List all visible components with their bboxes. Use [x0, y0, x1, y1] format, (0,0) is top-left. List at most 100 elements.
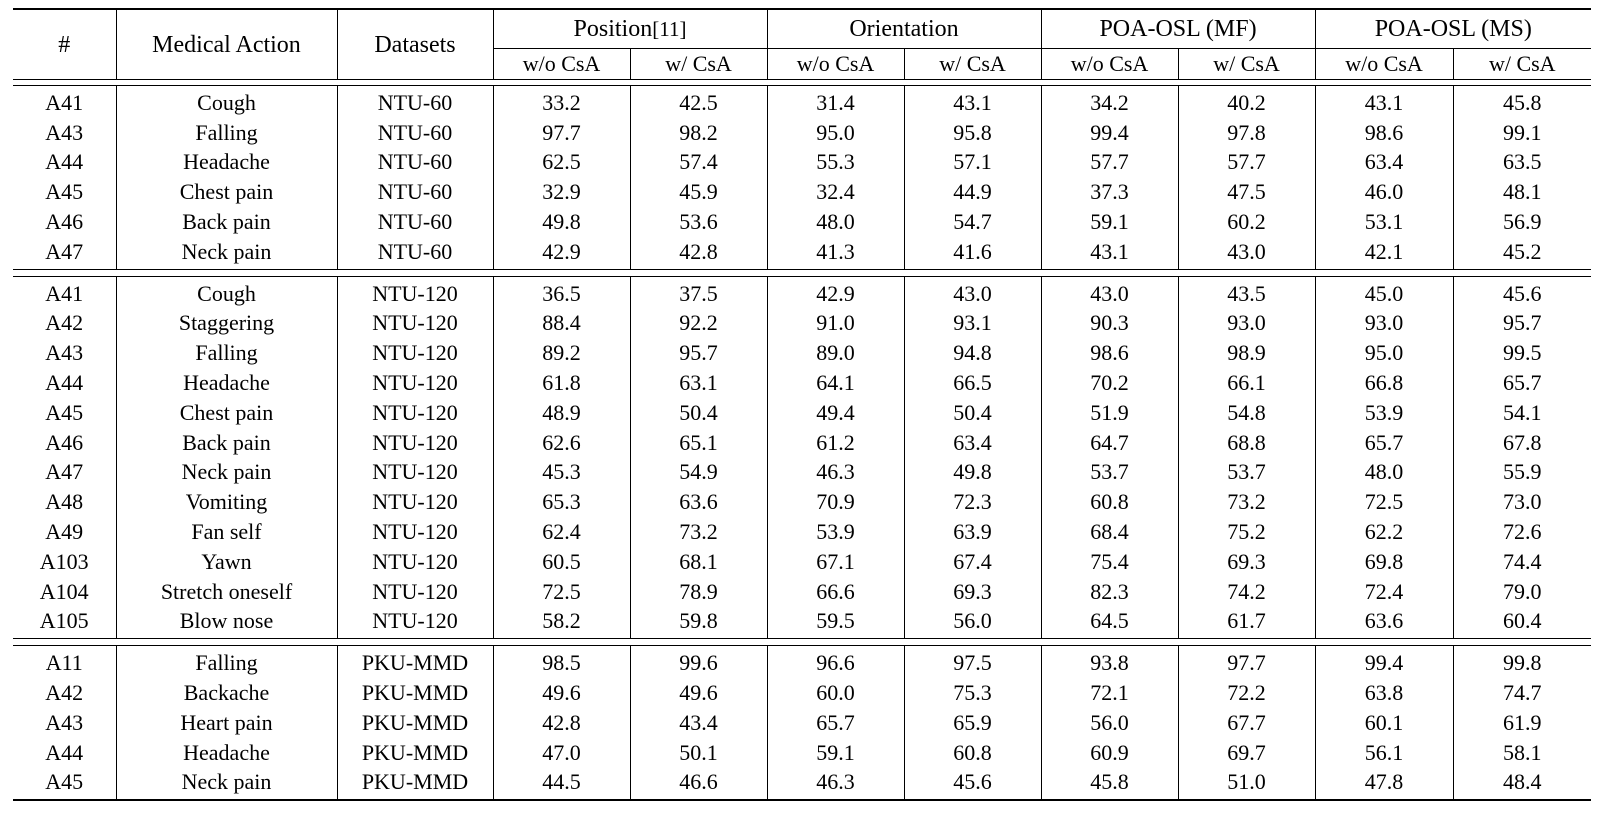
cell-poa-osl-ms-with-csa: 48.4 [1452, 767, 1591, 800]
table-row: A46 Back pain NTU-60 49.8 53.6 48.0 54.7 59.1 60… [13, 207, 1591, 237]
table-row: A44 Headache NTU-120 61.8 63.1 64.1 66.5 70.2 66… [13, 368, 1591, 398]
cell-poa-osl-ms-with-csa: 58.1 [1452, 737, 1591, 768]
cell-poa-osl-mf-with-csa: 69.7 [1177, 737, 1315, 768]
cell-poa-osl-mf-without-csa: 68.4 [1040, 517, 1178, 547]
cell-poa-osl-mf-with-csa: 66.1 [1177, 368, 1315, 398]
cell-dataset: NTU-120 [336, 457, 493, 488]
cell-poa-osl-mf-with-csa: 43.0 [1177, 236, 1315, 270]
cell-poa-osl-mf-with-csa: 57.7 [1177, 147, 1315, 178]
cell-orientation-with-csa: 60.8 [903, 737, 1041, 768]
cell-orientation-with-csa: 43.1 [903, 85, 1041, 118]
cell-orientation-without-csa: 61.2 [766, 427, 904, 458]
cell-position-with-csa: 99.6 [629, 645, 767, 679]
cell-poa-osl-ms-with-csa: 45.2 [1452, 236, 1591, 270]
cell-poa-osl-ms-with-csa: 99.8 [1452, 645, 1591, 679]
cell-poa-osl-ms-without-csa: 99.4 [1314, 645, 1453, 679]
cell-poa-osl-mf-without-csa: 60.9 [1040, 737, 1178, 768]
cell-poa-osl-mf-with-csa: 74.2 [1177, 576, 1315, 607]
bottom-rule [13, 798, 1591, 802]
table-row: A47 Neck pain NTU-120 45.3 54.9 46.3 49.8 53.7 5… [13, 457, 1591, 488]
header-orientation-with-csa: w/ CsA [903, 48, 1041, 80]
cell-dataset: NTU-60 [336, 177, 493, 208]
cell-poa-osl-ms-without-csa: 63.8 [1314, 678, 1453, 708]
table-footer [13, 798, 1591, 802]
header-group-position-label: Position [573, 16, 653, 42]
cell-poa-osl-ms-with-csa: 56.9 [1452, 207, 1591, 237]
cell-action-id: A44 [45, 739, 84, 765]
cell-medical-action: Back pain [115, 427, 337, 458]
cell-poa-osl-ms-without-csa: 43.1 [1314, 85, 1453, 118]
cell-poa-osl-mf-without-csa: 60.8 [1040, 487, 1178, 518]
cell-orientation-without-csa: 60.0 [766, 678, 904, 708]
cell-orientation-without-csa: 46.3 [766, 767, 904, 800]
cell-poa-osl-ms-without-csa: 69.8 [1314, 546, 1453, 577]
cell-poa-osl-mf-without-csa: 57.7 [1040, 147, 1178, 178]
cell-position-with-csa: 53.6 [629, 207, 767, 237]
cell-action-id: A104 [39, 578, 89, 604]
cell-orientation-without-csa: 64.1 [766, 368, 904, 398]
cell-orientation-without-csa: 31.4 [766, 85, 904, 118]
cell-position-without-csa: 48.9 [492, 397, 630, 428]
block-separator-rule [13, 638, 1591, 647]
cell-orientation-with-csa: 44.9 [903, 177, 1041, 208]
cell-position-with-csa: 50.1 [629, 737, 767, 768]
cell-position-with-csa: 98.2 [629, 117, 767, 148]
block-separator [13, 638, 1591, 647]
cell-action-id: A44 [45, 370, 84, 396]
cell-dataset: NTU-120 [336, 606, 493, 639]
cell-orientation-with-csa: 54.7 [903, 207, 1041, 237]
cell-medical-action: Vomiting [115, 487, 337, 518]
cell-poa-osl-ms-without-csa: 98.6 [1314, 117, 1453, 148]
header-group-position: Position[11] [492, 10, 767, 49]
cell-poa-osl-mf-without-csa: 64.5 [1040, 606, 1178, 639]
cell-action-id: A41 [45, 89, 84, 115]
cell-orientation-without-csa: 91.0 [766, 308, 904, 339]
cell-orientation-with-csa: 66.5 [903, 368, 1041, 398]
cell-poa-osl-ms-without-csa: 62.2 [1314, 517, 1453, 547]
cell-dataset: NTU-120 [336, 487, 493, 518]
cell-poa-osl-ms-without-csa: 48.0 [1314, 457, 1453, 488]
cell-action-id: A41 [45, 280, 84, 306]
header-group-row: # Medical Action Datasets Position[11] O… [13, 10, 1591, 80]
cell-position-with-csa: 45.9 [629, 177, 767, 208]
cell-poa-osl-mf-without-csa: 75.4 [1040, 546, 1178, 577]
cell-poa-osl-ms-without-csa: 45.0 [1314, 276, 1453, 309]
table-row: A42 Backache PKU-MMD 49.6 49.6 60.0 75.3 72.1 72… [13, 678, 1591, 708]
table-row: A48 Vomiting NTU-120 65.3 63.6 70.9 72.3 60.8 73… [13, 487, 1591, 518]
table-row: A103 Yawn NTU-120 60.5 68.1 67.1 67.4 75.4 69.3 6… [13, 546, 1591, 577]
cell-poa-osl-ms-with-csa: 99.1 [1452, 117, 1591, 148]
cell-dataset: PKU-MMD [336, 645, 493, 679]
cell-action-id: A44 [45, 149, 84, 175]
cell-position-with-csa: 42.8 [629, 236, 767, 270]
cell-action-id: A45 [45, 399, 84, 425]
cell-poa-osl-mf-with-csa: 73.2 [1177, 487, 1315, 518]
cell-medical-action: Falling [115, 338, 337, 369]
cell-dataset: PKU-MMD [336, 678, 493, 708]
cell-position-without-csa: 61.8 [492, 368, 630, 398]
cell-orientation-with-csa: 69.3 [903, 576, 1041, 607]
cell-poa-osl-mf-with-csa: 53.7 [1177, 457, 1315, 488]
cell-orientation-with-csa: 50.4 [903, 397, 1041, 428]
cell-position-without-csa: 65.3 [492, 487, 630, 518]
cell-poa-osl-mf-with-csa: 67.7 [1177, 707, 1315, 738]
cell-poa-osl-ms-without-csa: 46.0 [1314, 177, 1453, 208]
table-row: A45 Neck pain PKU-MMD 44.5 46.6 46.3 45.6 45.8 5… [13, 767, 1591, 800]
cell-orientation-without-csa: 96.6 [766, 645, 904, 679]
cell-orientation-without-csa: 41.3 [766, 236, 904, 270]
cell-poa-osl-ms-without-csa: 66.8 [1314, 368, 1453, 398]
cell-poa-osl-mf-without-csa: 53.7 [1040, 457, 1178, 488]
cell-dataset: NTU-60 [336, 85, 493, 118]
cell-dataset: NTU-120 [336, 427, 493, 458]
cell-poa-osl-ms-without-csa: 60.1 [1314, 707, 1453, 738]
cell-poa-osl-mf-with-csa: 61.7 [1177, 606, 1315, 639]
cell-poa-osl-ms-without-csa: 95.0 [1314, 338, 1453, 369]
cell-orientation-without-csa: 49.4 [766, 397, 904, 428]
cell-position-without-csa: 60.5 [492, 546, 630, 577]
cell-orientation-with-csa: 63.9 [903, 517, 1041, 547]
cell-orientation-without-csa: 66.6 [766, 576, 904, 607]
cell-position-without-csa: 42.9 [492, 236, 630, 270]
cell-orientation-without-csa: 95.0 [766, 117, 904, 148]
cell-poa-osl-ms-with-csa: 79.0 [1452, 576, 1591, 607]
cell-medical-action: Chest pain [115, 177, 337, 208]
cell-action-id: A48 [45, 489, 84, 515]
